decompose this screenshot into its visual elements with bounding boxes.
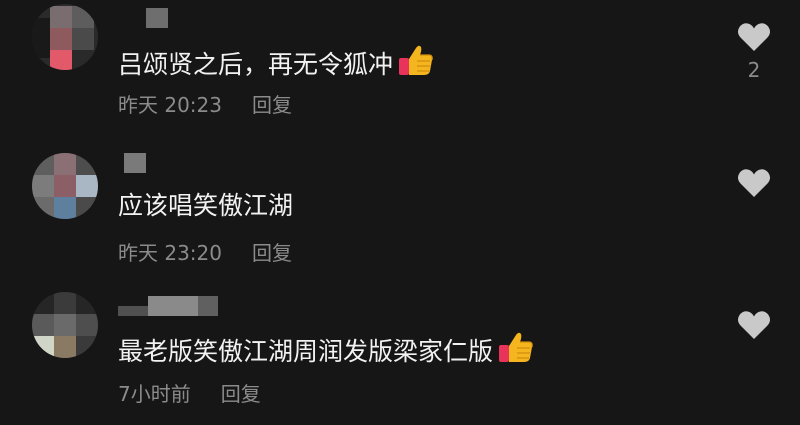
heart-icon[interactable]	[737, 22, 771, 52]
reply-button[interactable]: 回复	[221, 382, 261, 406]
comment-text: 吕颂贤之后，再无令狐冲	[118, 43, 435, 81]
comment-text: 应该唱笑傲江湖	[118, 191, 294, 220]
comment-meta: 昨天 20:23 回复	[118, 92, 292, 118]
comment-meta: 7小时前 回复	[118, 381, 261, 407]
avatar[interactable]	[32, 292, 98, 358]
like-button[interactable]	[734, 168, 774, 204]
reply-button[interactable]: 回复	[252, 93, 292, 117]
avatar[interactable]	[32, 4, 98, 70]
comment-meta: 昨天 23:20 回复	[118, 240, 292, 266]
like-button[interactable]: 2	[734, 22, 774, 82]
reply-button[interactable]: 回复	[252, 241, 292, 265]
comment-time: 昨天 23:20	[118, 241, 222, 265]
thumbs-up-icon	[499, 332, 533, 362]
like-button[interactable]	[734, 310, 774, 346]
heart-icon[interactable]	[737, 310, 771, 340]
heart-icon[interactable]	[737, 168, 771, 198]
comment-time: 7小时前	[118, 382, 191, 406]
thumbs-up-icon	[399, 45, 433, 75]
like-count: 2	[747, 58, 761, 82]
comment-text: 最老版笑傲江湖周润发版梁家仁版	[118, 330, 535, 368]
avatar[interactable]	[32, 153, 98, 219]
comment-list: 吕颂贤之后，再无令狐冲 昨天 20:23 回复 2 应该唱笑傲江湖 昨天 23:…	[0, 0, 800, 425]
comment-time: 昨天 20:23	[118, 93, 222, 117]
